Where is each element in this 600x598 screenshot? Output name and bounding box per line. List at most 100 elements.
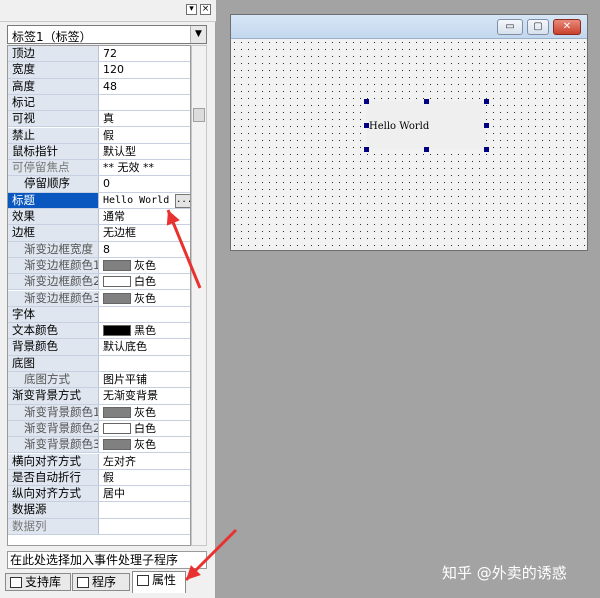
property-value[interactable]: 真 (100, 111, 190, 126)
chevron-down-icon[interactable]: ▼ (190, 26, 206, 43)
property-row[interactable]: 背景颜色 默认底色 (8, 339, 190, 356)
resize-handle-e[interactable] (484, 123, 489, 128)
label-control[interactable]: Hello World (366, 101, 486, 149)
property-value[interactable]: 左对齐 (100, 454, 190, 469)
ellipsis-button[interactable]: ... (175, 193, 190, 208)
resize-handle-sw[interactable] (364, 147, 369, 152)
resize-handle-n[interactable] (424, 99, 429, 104)
property-row[interactable]: 边框 无边框 (8, 225, 190, 242)
object-select[interactable]: 标签1（标签） ▼ (7, 25, 207, 44)
property-scrollbar[interactable] (191, 45, 207, 546)
design-titlebar: ▭ ▢ ✕ (231, 15, 587, 39)
property-value[interactable]: 假 (100, 470, 190, 485)
property-row[interactable]: 底图 (8, 355, 190, 372)
property-value[interactable] (100, 95, 190, 110)
property-row[interactable]: 标记 (8, 94, 190, 112)
property-value[interactable]: 通常 (100, 209, 190, 224)
property-value[interactable]: 灰色 (100, 291, 190, 306)
property-row[interactable]: 渐变边框颜色1 灰色 (8, 257, 190, 275)
property-row[interactable]: 底图方式 图片平铺 (8, 372, 190, 389)
property-row[interactable]: 顶边 72 (8, 46, 190, 63)
scrollbar-thumb[interactable] (193, 108, 205, 122)
tab-support-library[interactable]: 支持库 (5, 573, 71, 591)
property-row[interactable]: 渐变背景颜色2 白色 (8, 420, 190, 438)
property-row[interactable]: 禁止假 (8, 127, 190, 144)
property-value[interactable]: 120 (100, 62, 190, 77)
property-row[interactable]: 渐变背景方式 无渐变背景 (8, 388, 190, 405)
panel-close-button[interactable]: × (200, 4, 211, 15)
property-value-text: 通常 (103, 210, 125, 223)
property-row[interactable]: 可停留焦点 ** 无效 ** (8, 160, 190, 177)
design-canvas[interactable]: Hello World (231, 39, 587, 250)
minimize-button[interactable]: ▭ (497, 19, 523, 35)
property-name: 字体 (8, 306, 99, 323)
property-row[interactable]: 数据列 (8, 518, 190, 535)
property-value[interactable]: 白色 (100, 274, 190, 289)
property-value[interactable]: 图片平铺 (100, 372, 190, 387)
property-row[interactable]: 渐变边框颜色2 白色 (8, 274, 190, 291)
property-value[interactable]: Hello World... (100, 193, 190, 208)
property-name: 标题 (8, 192, 99, 208)
property-row[interactable]: 横向对齐方式 左对齐 (8, 453, 190, 470)
property-row[interactable]: 渐变背景颜色1 灰色 (8, 404, 190, 421)
property-value-text: 无渐变背景 (103, 389, 158, 403)
property-value[interactable]: 8 (100, 242, 190, 257)
property-row[interactable]: 字体 (8, 306, 190, 324)
property-name: 可停留焦点 (8, 160, 99, 176)
property-row[interactable]: 渐变边框宽度 8 (8, 241, 190, 258)
property-value[interactable]: 无边框 (100, 225, 190, 240)
property-value[interactable]: 48 (100, 79, 190, 94)
library-icon (10, 577, 22, 588)
resize-handle-ne[interactable] (484, 99, 489, 104)
property-row[interactable]: 渐变边框颜色3 灰色 (8, 290, 190, 307)
resize-handle-w[interactable] (364, 123, 369, 128)
tab-program[interactable]: 程序 (72, 573, 130, 591)
property-value[interactable] (100, 502, 190, 517)
property-value[interactable]: 0 (100, 176, 190, 191)
property-name: 底图方式 (8, 372, 99, 388)
property-row[interactable]: 停留顺序 0 (8, 176, 190, 193)
resize-handle-se[interactable] (484, 147, 489, 152)
property-value[interactable]: ** 无效 ** (100, 160, 190, 175)
property-value[interactable]: 居中 (100, 486, 190, 501)
property-value[interactable]: 默认型 (100, 144, 190, 159)
property-row[interactable]: 高度 48 (8, 78, 190, 95)
property-value[interactable]: 假 (100, 128, 190, 143)
property-row[interactable]: 是否自动折行假 (8, 469, 190, 487)
property-value[interactable] (100, 307, 190, 322)
maximize-button[interactable]: ▢ (527, 19, 549, 35)
tab-properties[interactable]: 属性 (132, 571, 186, 593)
property-value[interactable]: 黑色 (100, 323, 190, 338)
resize-handle-nw[interactable] (364, 99, 369, 104)
property-name: 数据列 (8, 518, 99, 534)
property-row[interactable]: 宽度 120 (8, 62, 190, 79)
property-value[interactable] (100, 519, 190, 534)
property-name: 渐变边框宽度 (8, 241, 99, 257)
close-button[interactable]: ✕ (553, 19, 581, 35)
property-row[interactable]: 纵向对齐方式 居中 (8, 486, 190, 503)
property-value[interactable]: 白色 (100, 421, 190, 436)
property-value[interactable]: 默认底色 (100, 339, 190, 354)
property-value-text: 72 (103, 47, 117, 60)
property-row[interactable]: 效果 通常 (8, 209, 190, 226)
property-value[interactable]: 灰色 (100, 405, 190, 420)
panel-menu-button[interactable]: ▾ (186, 4, 197, 15)
resize-handle-s[interactable] (424, 147, 429, 152)
event-handler-select[interactable]: 在此处选择加入事件处理子程序 (7, 551, 207, 569)
property-value[interactable]: 无渐变背景 (100, 388, 190, 403)
property-row[interactable]: 鼠标指针 默认型 (8, 143, 190, 161)
property-value[interactable] (100, 356, 190, 371)
property-value[interactable]: 灰色 (100, 437, 190, 452)
property-value[interactable]: 72 (100, 46, 190, 61)
property-name: 渐变边框颜色2 (8, 274, 99, 290)
property-value[interactable]: 灰色 (100, 258, 190, 273)
property-value-text: 48 (103, 79, 117, 93)
property-value-text: 默认底色 (103, 340, 147, 354)
property-row[interactable]: 文本颜色 黑色 (8, 323, 190, 340)
property-row[interactable]: 标题 Hello World... (8, 192, 190, 209)
property-row[interactable]: 可视真 (8, 111, 190, 128)
property-row[interactable]: 数据源 (8, 502, 190, 519)
panel-titlebar: ▾ × (0, 0, 216, 22)
property-name: 渐变边框颜色1 (8, 257, 99, 274)
property-row[interactable]: 渐变背景颜色3 灰色 (8, 437, 190, 454)
